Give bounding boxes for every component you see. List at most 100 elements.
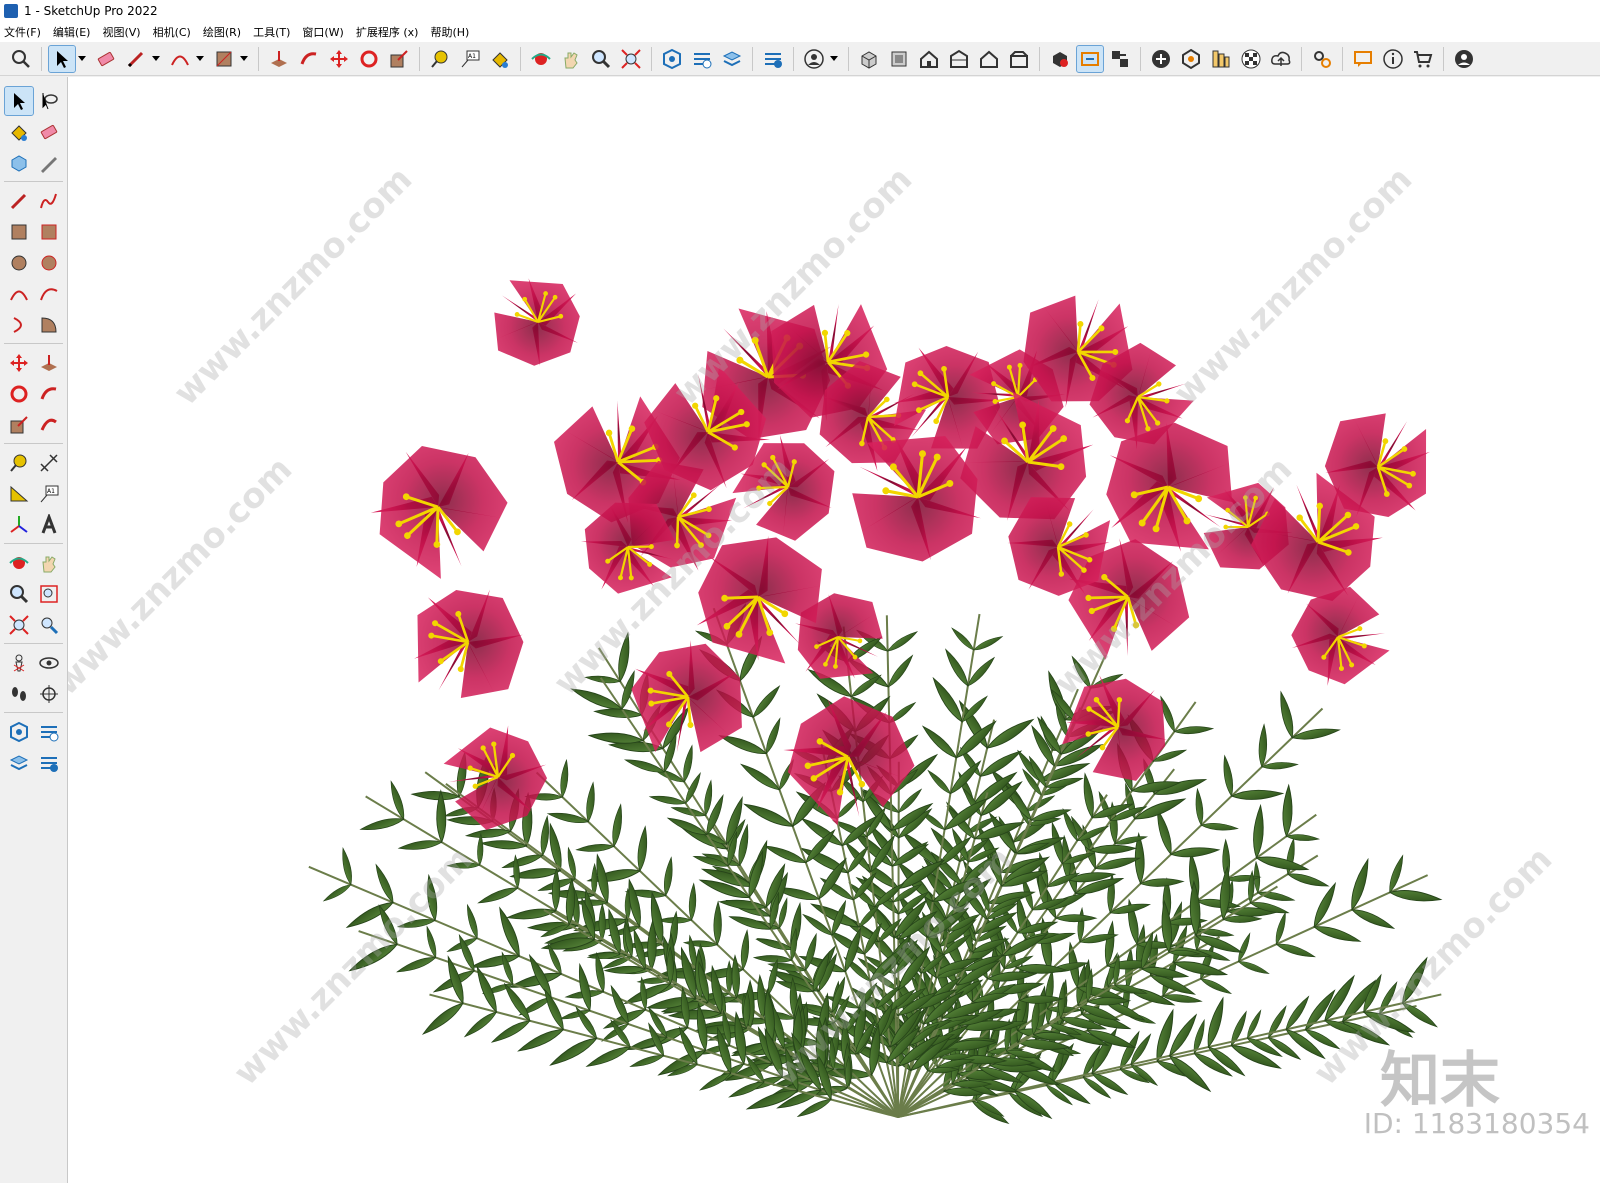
- chevron-down-icon[interactable]: [151, 46, 161, 72]
- tag-tool-icon[interactable]: [35, 149, 63, 177]
- arc-icon[interactable]: [5, 280, 33, 308]
- paint-bucket-icon[interactable]: [5, 118, 33, 146]
- follow-me-icon[interactable]: [35, 380, 63, 408]
- warehouse-icon[interactable]: [5, 718, 33, 746]
- select-tool-icon[interactable]: [48, 44, 76, 73]
- zoom-icon[interactable]: [5, 580, 33, 608]
- arc-icon[interactable]: [167, 46, 193, 72]
- push-pull-icon[interactable]: [35, 349, 63, 377]
- 3d-text-icon[interactable]: [35, 511, 63, 539]
- menu-window[interactable]: 窗口(W): [302, 24, 343, 40]
- menu-camera[interactable]: 相机(C): [153, 24, 191, 40]
- front-view-icon[interactable]: [916, 46, 942, 72]
- left-view-icon[interactable]: [1006, 46, 1032, 72]
- menu-tools[interactable]: 工具(T): [253, 24, 290, 40]
- chevron-down-icon[interactable]: [829, 46, 839, 72]
- paint-bucket-icon[interactable]: [487, 46, 513, 72]
- info-icon[interactable]: [1380, 46, 1406, 72]
- pan-hand-icon[interactable]: [558, 46, 584, 72]
- menu-view[interactable]: 视图(V): [102, 24, 140, 40]
- rectangle-icon[interactable]: [5, 218, 33, 246]
- tape-measure-icon[interactable]: [427, 46, 453, 72]
- freehand-icon[interactable]: [35, 187, 63, 215]
- geo-location-icon[interactable]: [1178, 46, 1204, 72]
- make-component-icon[interactable]: [5, 149, 33, 177]
- axes-icon[interactable]: [5, 511, 33, 539]
- layers-icon[interactable]: [719, 46, 745, 72]
- follow-me-icon[interactable]: [296, 46, 322, 72]
- component-icon[interactable]: [1107, 46, 1133, 72]
- rectangle-icon[interactable]: [211, 46, 237, 72]
- extension-manager-icon[interactable]: [35, 749, 63, 777]
- look-around-eye-icon[interactable]: [35, 649, 63, 677]
- lasso-select-icon[interactable]: [35, 87, 63, 115]
- position-camera-icon[interactable]: [5, 649, 33, 677]
- rotate-icon[interactable]: [5, 380, 33, 408]
- menu-edit[interactable]: 编辑(E): [53, 24, 91, 40]
- layers-icon[interactable]: [5, 749, 33, 777]
- eraser-icon[interactable]: [35, 118, 63, 146]
- three-point-arc-icon[interactable]: [5, 311, 33, 339]
- previous-view-icon[interactable]: [35, 611, 63, 639]
- chevron-down-icon[interactable]: [239, 46, 249, 72]
- pencil-icon[interactable]: [123, 46, 149, 72]
- chevron-down-icon[interactable]: [195, 46, 205, 72]
- orbit-icon[interactable]: [528, 46, 554, 72]
- scale-icon[interactable]: [386, 46, 412, 72]
- select-tool-icon[interactable]: [4, 85, 34, 116]
- user-account-icon[interactable]: [801, 46, 827, 72]
- eraser-icon[interactable]: [93, 46, 119, 72]
- model-viewport[interactable]: www.znzmo.com www.znzmo.com www.znzmo.co…: [68, 77, 1600, 1183]
- menu-draw[interactable]: 绘图(R): [203, 24, 241, 40]
- dimension-icon[interactable]: [35, 449, 63, 477]
- tape-measure-icon[interactable]: [5, 449, 33, 477]
- extension-warehouse-icon[interactable]: [689, 46, 715, 72]
- zoom-window-icon[interactable]: [35, 580, 63, 608]
- text-icon[interactable]: A1: [457, 46, 483, 72]
- menu-help[interactable]: 帮助(H): [430, 24, 469, 40]
- protractor-icon[interactable]: [5, 480, 33, 508]
- right-view-icon[interactable]: [946, 46, 972, 72]
- add-location-icon[interactable]: [1148, 46, 1174, 72]
- solid-tools-icon[interactable]: [1047, 46, 1073, 72]
- offset-icon[interactable]: [35, 411, 63, 439]
- menu-file[interactable]: 文件(F): [4, 24, 41, 40]
- polygon-icon[interactable]: [35, 249, 63, 277]
- rotate-icon[interactable]: [356, 46, 382, 72]
- cloud-upload-icon[interactable]: [1268, 46, 1294, 72]
- back-view-icon[interactable]: [976, 46, 1002, 72]
- pie-icon[interactable]: [35, 311, 63, 339]
- feedback-icon[interactable]: [1350, 46, 1376, 72]
- watermark-text: www.znzmo.com: [166, 159, 420, 413]
- top-view-icon[interactable]: [886, 46, 912, 72]
- search-icon[interactable]: [8, 46, 34, 72]
- text-icon[interactable]: A1: [35, 480, 63, 508]
- gear-icon[interactable]: [1309, 46, 1335, 72]
- checkerboard-icon[interactable]: [1238, 46, 1264, 72]
- pan-hand-icon[interactable]: [35, 549, 63, 577]
- extension-warehouse-icon[interactable]: [35, 718, 63, 746]
- push-pull-icon[interactable]: [266, 46, 292, 72]
- style-builder-icon[interactable]: [1208, 46, 1234, 72]
- walk-footprints-icon[interactable]: [5, 680, 33, 708]
- orbit-icon[interactable]: [5, 549, 33, 577]
- warehouse-icon[interactable]: [659, 46, 685, 72]
- zoom-icon[interactable]: [588, 46, 614, 72]
- rotated-rectangle-icon[interactable]: [35, 218, 63, 246]
- section-crosshair-icon[interactable]: [35, 680, 63, 708]
- scale-icon[interactable]: [5, 411, 33, 439]
- chevron-down-icon[interactable]: [77, 46, 87, 72]
- section-plane-icon[interactable]: [1076, 44, 1104, 73]
- zoom-extents-icon[interactable]: [5, 611, 33, 639]
- move-icon[interactable]: [5, 349, 33, 377]
- circle-icon[interactable]: [5, 249, 33, 277]
- two-point-arc-icon[interactable]: [35, 280, 63, 308]
- profile-icon[interactable]: [1451, 46, 1477, 72]
- move-icon[interactable]: [326, 46, 352, 72]
- menu-extensions[interactable]: 扩展程序 (x): [356, 24, 419, 40]
- pencil-icon[interactable]: [5, 187, 33, 215]
- extension-manager-icon[interactable]: [760, 46, 786, 72]
- cart-icon[interactable]: [1410, 46, 1436, 72]
- zoom-extents-icon[interactable]: [618, 46, 644, 72]
- iso-view-icon[interactable]: [856, 46, 882, 72]
